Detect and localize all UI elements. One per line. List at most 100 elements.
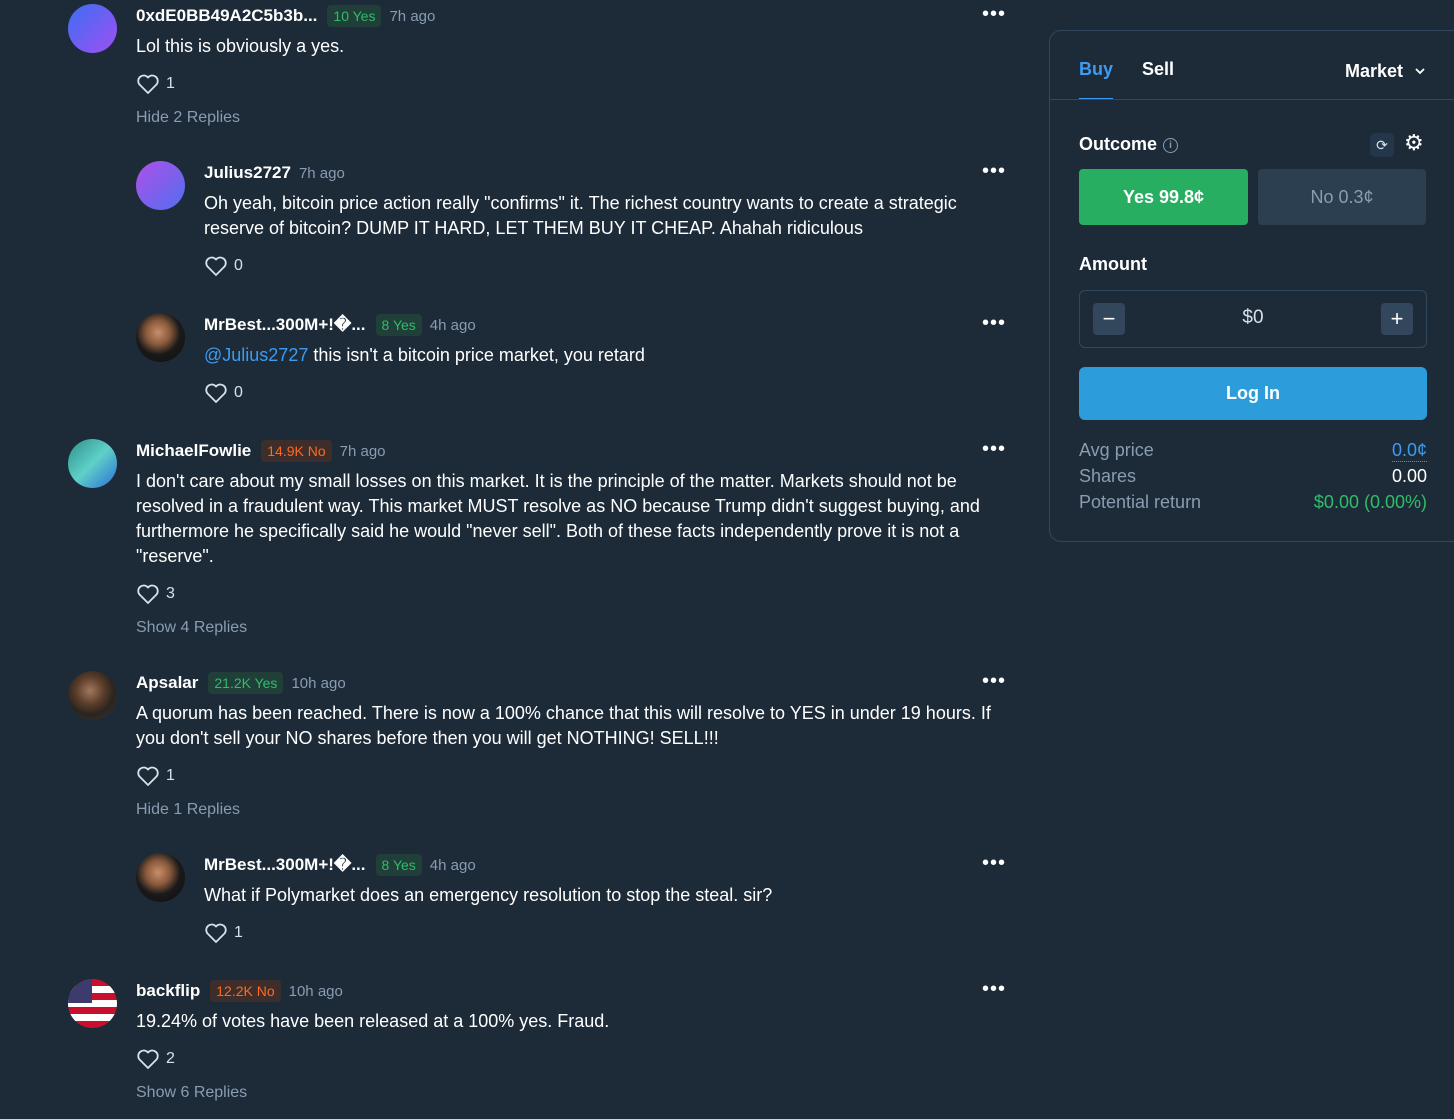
username[interactable]: 0xdE0BB49A2C5b3b... [136, 6, 317, 26]
like-count: 0 [234, 257, 243, 274]
avatar[interactable] [136, 313, 185, 362]
username[interactable]: backflip [136, 981, 200, 1001]
comment-body: MrBest...300M+!�... 8 Yes 4h ago What if… [204, 849, 1012, 944]
username[interactable]: MichaelFowlie [136, 441, 251, 461]
like-count: 0 [234, 384, 243, 401]
timestamp: 4h ago [429, 856, 476, 874]
reply: Julius2727 7h ago Oh yeah, bitcoin price… [136, 157, 1012, 297]
replies-toggle[interactable]: Hide 2 Replies [136, 109, 1012, 127]
info-icon[interactable]: i [1163, 138, 1179, 153]
timestamp: 7h ago [389, 7, 436, 25]
username[interactable]: Julius2727 [204, 163, 291, 183]
comment-header: MichaelFowlie 14.9K No 7h ago [136, 435, 1012, 467]
yes-outcome-button[interactable]: Yes 99.8¢ [1079, 169, 1248, 225]
username[interactable]: MrBest...300M+!�... [204, 855, 366, 875]
like-count: 1 [234, 924, 243, 941]
heart-icon[interactable] [204, 382, 228, 404]
like-row: 1 [204, 922, 1012, 944]
shares-row: Shares 0.00 [1079, 466, 1427, 487]
like-count: 3 [166, 585, 175, 602]
shares-label: Shares [1079, 466, 1137, 486]
heart-icon[interactable] [136, 765, 160, 787]
timestamp: 10h ago [288, 982, 343, 1000]
comment-body: Apsalar 21.2K Yes 10h ago A quorum has b… [136, 667, 1012, 819]
avatar[interactable] [68, 4, 117, 53]
heart-icon[interactable] [136, 1048, 160, 1070]
order-type-label: Market [1345, 61, 1404, 81]
outcome-label: Outcome [1079, 134, 1158, 154]
avg-price-value[interactable]: 0.0¢ [1391, 440, 1427, 462]
gear-icon[interactable]: ⚙ [1404, 130, 1424, 156]
position-badge: 8 Yes [375, 854, 422, 876]
like-row: 0 [204, 382, 1012, 404]
more-options-icon[interactable]: ••• [982, 161, 1006, 181]
user-mention-link[interactable]: @Julius2727 [204, 345, 308, 365]
like-count: 1 [166, 75, 175, 92]
avatar[interactable] [68, 671, 117, 720]
login-button[interactable]: Log In [1079, 367, 1427, 420]
tab-buy[interactable]: Buy [1079, 59, 1114, 100]
more-options-icon[interactable]: ••• [982, 853, 1006, 873]
timestamp: 7h ago [339, 442, 386, 460]
trade-tabs: Buy Sell [1079, 59, 1174, 100]
comment-header: 0xdE0BB49A2C5b3b... 10 Yes 7h ago [136, 0, 1012, 32]
heart-icon[interactable] [204, 922, 228, 944]
position-badge: 8 Yes [375, 314, 422, 336]
more-options-icon[interactable]: ••• [982, 979, 1006, 999]
like-row: 3 [136, 583, 1012, 605]
position-badge: 14.9K No [261, 440, 332, 462]
increase-amount-button[interactable]: + [1381, 303, 1413, 335]
trade-panel: Buy Sell Market Outcome i ⟳ ⚙ Yes 99.8¢ N… [1049, 30, 1454, 542]
more-options-icon[interactable]: ••• [982, 313, 1006, 333]
comment-header: backflip 12.2K No 10h ago [136, 975, 1012, 1007]
comment-header: MrBest...300M+!�... 8 Yes 4h ago [204, 309, 1012, 341]
comment-text: Oh yeah, bitcoin price action really "co… [204, 193, 957, 238]
reply: MrBest...300M+!�... 8 Yes 4h ago What if… [136, 849, 1012, 959]
avatar[interactable] [136, 161, 185, 210]
order-type-select[interactable]: Market [1345, 61, 1426, 82]
position-badge: 21.2K Yes [208, 672, 284, 694]
replies-toggle[interactable]: Hide 1 Replies [136, 801, 1012, 819]
avatar[interactable] [68, 979, 117, 1028]
shares-value: 0.00 [1391, 466, 1427, 486]
comment-header: Julius2727 7h ago [204, 157, 1012, 189]
comment-text: What if Polymarket does an emergency res… [204, 885, 773, 905]
comment-text: Lol this is obviously a yes. [136, 36, 345, 56]
avatar[interactable] [68, 439, 117, 488]
amount-input[interactable]: $0 [1080, 307, 1426, 329]
like-count: 1 [166, 767, 175, 784]
amount-label: Amount [1079, 254, 1147, 274]
comment-text: A quorum has been reached. There is now … [136, 703, 991, 748]
comment: 0xdE0BB49A2C5b3b... 10 Yes 7h ago Lol th… [68, 0, 1012, 150]
reply: MrBest...300M+!�... 8 Yes 4h ago @Julius… [136, 309, 1012, 419]
timestamp: 10h ago [291, 674, 346, 692]
comment: MichaelFowlie 14.9K No 7h ago I don't ca… [68, 435, 1012, 655]
flag-canton [68, 979, 92, 1003]
username[interactable]: MrBest...300M+!�... [204, 315, 366, 335]
more-options-icon[interactable]: ••• [982, 4, 1006, 24]
like-row: 1 [136, 73, 1012, 95]
timestamp: 7h ago [298, 164, 345, 182]
heart-icon[interactable] [204, 255, 228, 277]
heart-icon[interactable] [136, 73, 160, 95]
more-options-icon[interactable]: ••• [982, 671, 1006, 691]
comment: Apsalar 21.2K Yes 10h ago A quorum has b… [68, 667, 1012, 827]
avg-price-label: Avg price [1079, 440, 1154, 460]
username[interactable]: Apsalar [136, 673, 198, 693]
comment-body: Julius2727 7h ago Oh yeah, bitcoin price… [204, 157, 1012, 277]
replies-toggle[interactable]: Show 6 Replies [136, 1084, 1012, 1102]
replies-toggle[interactable]: Show 4 Replies [136, 619, 1012, 637]
potential-return-value: $0.00 (0.00%) [1313, 492, 1427, 512]
avatar[interactable] [136, 853, 185, 902]
comment-body: MichaelFowlie 14.9K No 7h ago I don't ca… [136, 435, 1012, 637]
comment-header: Apsalar 21.2K Yes 10h ago [136, 667, 1012, 699]
tab-sell[interactable]: Sell [1142, 59, 1174, 100]
like-count: 2 [166, 1050, 175, 1067]
comment-body: 0xdE0BB49A2C5b3b... 10 Yes 7h ago Lol th… [136, 0, 1012, 127]
more-options-icon[interactable]: ••• [982, 439, 1006, 459]
refresh-icon[interactable]: ⟳ [1370, 133, 1394, 157]
potential-return-row: Potential return $0.00 (0.00%) [1079, 492, 1427, 513]
no-outcome-button[interactable]: No 0.3¢ [1258, 169, 1426, 225]
comment-text: @Julius2727 this isn't a bitcoin price m… [204, 343, 1012, 368]
heart-icon[interactable] [136, 583, 160, 605]
